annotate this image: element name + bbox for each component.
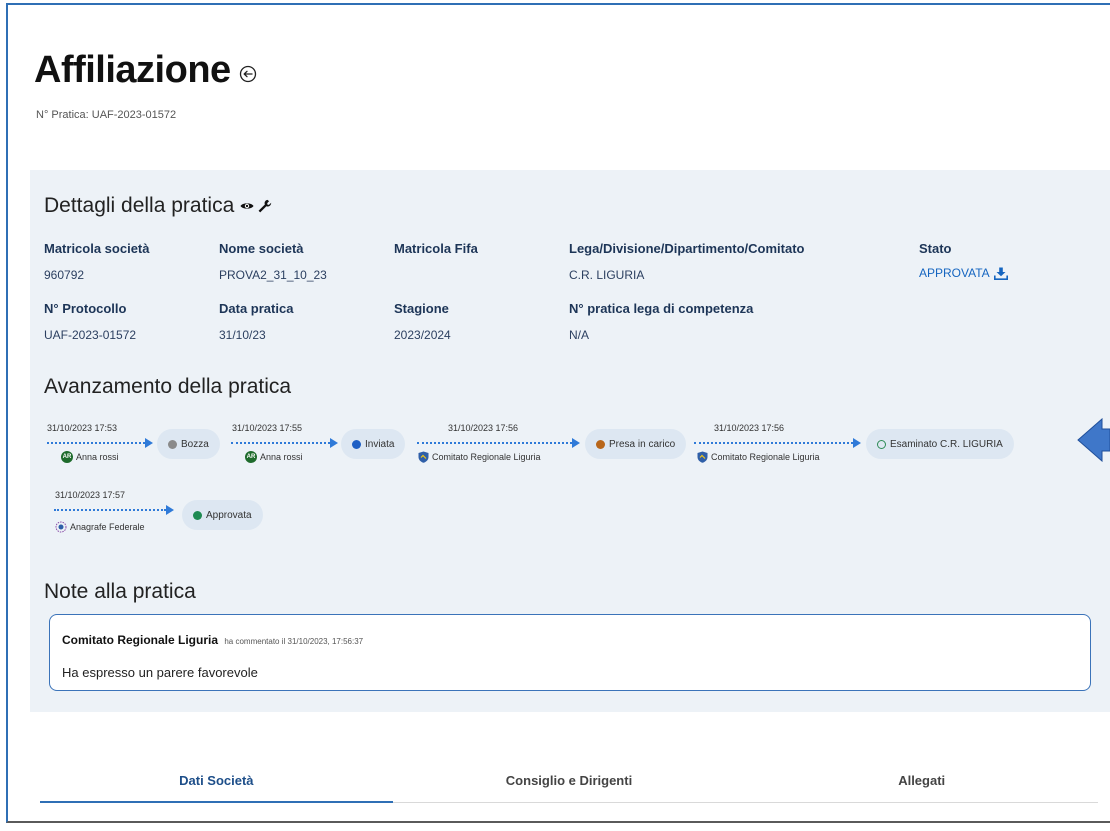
field-value-lega: C.R. LIGURIA — [569, 268, 645, 282]
note-card: Comitato Regionale Liguria ha commentato… — [49, 614, 1091, 691]
step-date: 31/10/2023 17:55 — [232, 423, 303, 433]
status-dot — [877, 439, 886, 449]
avatar: AR — [245, 451, 257, 463]
progress-heading-label: Avanzamento della pratica — [44, 375, 292, 398]
field-label-matricola-societa: Matricola società — [44, 241, 150, 256]
status-pill-label: Bozza — [181, 438, 209, 450]
status-pill-label: Approvata — [206, 509, 252, 521]
download-icon[interactable] — [993, 267, 1008, 280]
shield-icon — [418, 451, 429, 463]
federal-seal-icon — [55, 521, 67, 533]
field-value-matricola-societa: 960792 — [44, 268, 85, 282]
details-panel: Dettagli della pratica Matricola società… — [30, 170, 1110, 712]
field-label-stagione: Stagione — [394, 301, 449, 316]
status-pill-label: Inviata — [365, 438, 395, 450]
step-date: 31/10/2023 17:53 — [47, 423, 118, 433]
step-actor: Comitato Regionale Liguria — [697, 451, 820, 463]
field-value-stagione: 2023/2024 — [394, 328, 451, 342]
eye-icon[interactable] — [240, 201, 254, 211]
step-actor-name: Anna rossi — [76, 452, 119, 462]
step-arrow — [694, 438, 861, 448]
details-heading: Dettagli della pratica — [44, 194, 272, 218]
status-dot — [352, 439, 361, 449]
step-actor: AR Anna rossi — [61, 451, 119, 463]
field-value-nome-societa: PROVA2_31_10_23 — [219, 268, 327, 282]
tab-allegati[interactable]: Allegati — [745, 767, 1098, 802]
step-arrow — [231, 438, 338, 448]
arrow-left-icon — [1077, 418, 1110, 462]
tab-dati-societa[interactable]: Dati Società — [40, 767, 393, 803]
note-meta: ha commentato il 31/10/2023, 17:56:37 — [224, 637, 364, 646]
status-pill-inviata: Inviata — [341, 429, 406, 459]
details-heading-label: Dettagli della pratica — [44, 194, 235, 217]
avatar: AR — [61, 451, 73, 463]
shield-icon — [697, 451, 708, 463]
step-arrow — [417, 438, 580, 448]
step-actor-name: Anna rossi — [260, 452, 303, 462]
field-label-matricola-fifa: Matricola Fifa — [394, 241, 478, 256]
status-pill-esaminato: Esaminato C.R. LIGURIA — [866, 429, 1014, 459]
page-title: Affiliazione — [34, 49, 231, 91]
field-value-pratica-lega: N/A — [569, 328, 590, 342]
back-circle-icon[interactable] — [239, 65, 257, 83]
step-actor: Anagrafe Federale — [55, 521, 145, 533]
note-author: Comitato Regionale Liguria — [62, 633, 219, 647]
tab-consiglio-dirigenti[interactable]: Consiglio e Dirigenti — [393, 767, 746, 802]
wrench-icon[interactable] — [258, 199, 272, 213]
field-label-stato: Stato — [919, 241, 952, 256]
step-actor-name: Comitato Regionale Liguria — [432, 452, 541, 462]
status-dot — [596, 439, 605, 449]
step-arrow — [54, 505, 174, 515]
step-actor-name: Anagrafe Federale — [70, 522, 145, 532]
progress-heading: Avanzamento della pratica — [44, 375, 291, 399]
step-date: 31/10/2023 17:56 — [448, 423, 519, 433]
pratica-number: N° Pratica: UAF-2023-01572 — [36, 109, 177, 121]
title-row: Affiliazione — [34, 49, 257, 92]
field-value-data-pratica: 31/10/23 — [219, 328, 266, 342]
note-header: Comitato Regionale Liguria ha commentato… — [62, 633, 363, 647]
page-frame: Affiliazione N° Pratica: UAF-2023-01572 … — [6, 3, 1110, 823]
step-actor: Comitato Regionale Liguria — [418, 451, 541, 463]
notes-heading: Note alla pratica — [44, 580, 196, 604]
field-label-data-pratica: Data pratica — [219, 301, 294, 316]
step-actor: AR Anna rossi — [245, 451, 303, 463]
status-dot — [193, 510, 202, 520]
step-date: 31/10/2023 17:57 — [55, 490, 126, 500]
field-label-lega: Lega/Divisione/Dipartimento/Comitato — [569, 241, 805, 256]
field-label-pratica-lega: N° pratica lega di competenza — [569, 301, 754, 316]
field-label-nome-societa: Nome società — [219, 241, 304, 256]
status-pill-label: Esaminato C.R. LIGURIA — [890, 438, 1003, 450]
notes-heading-label: Note alla pratica — [44, 580, 196, 603]
tab-bar: Dati Società Consiglio e Dirigenti Alleg… — [40, 767, 1098, 803]
status-pill-label: Presa in carico — [609, 438, 676, 450]
step-date: 31/10/2023 17:56 — [714, 423, 785, 433]
step-arrow — [47, 438, 153, 448]
status-pill-presa-in-carico: Presa in carico — [585, 429, 687, 459]
note-text: Ha espresso un parere favorevole — [62, 665, 258, 680]
step-actor-name: Comitato Regionale Liguria — [711, 452, 820, 462]
stato-value-text: APPROVATA — [919, 266, 990, 280]
status-pill-bozza: Bozza — [157, 429, 220, 459]
field-value-protocollo: UAF-2023-01572 — [44, 328, 137, 342]
field-value-stato: APPROVATA — [919, 266, 1008, 280]
status-pill-approvata: Approvata — [182, 500, 263, 530]
field-label-protocollo: N° Protocollo — [44, 301, 127, 316]
status-dot — [168, 439, 177, 449]
